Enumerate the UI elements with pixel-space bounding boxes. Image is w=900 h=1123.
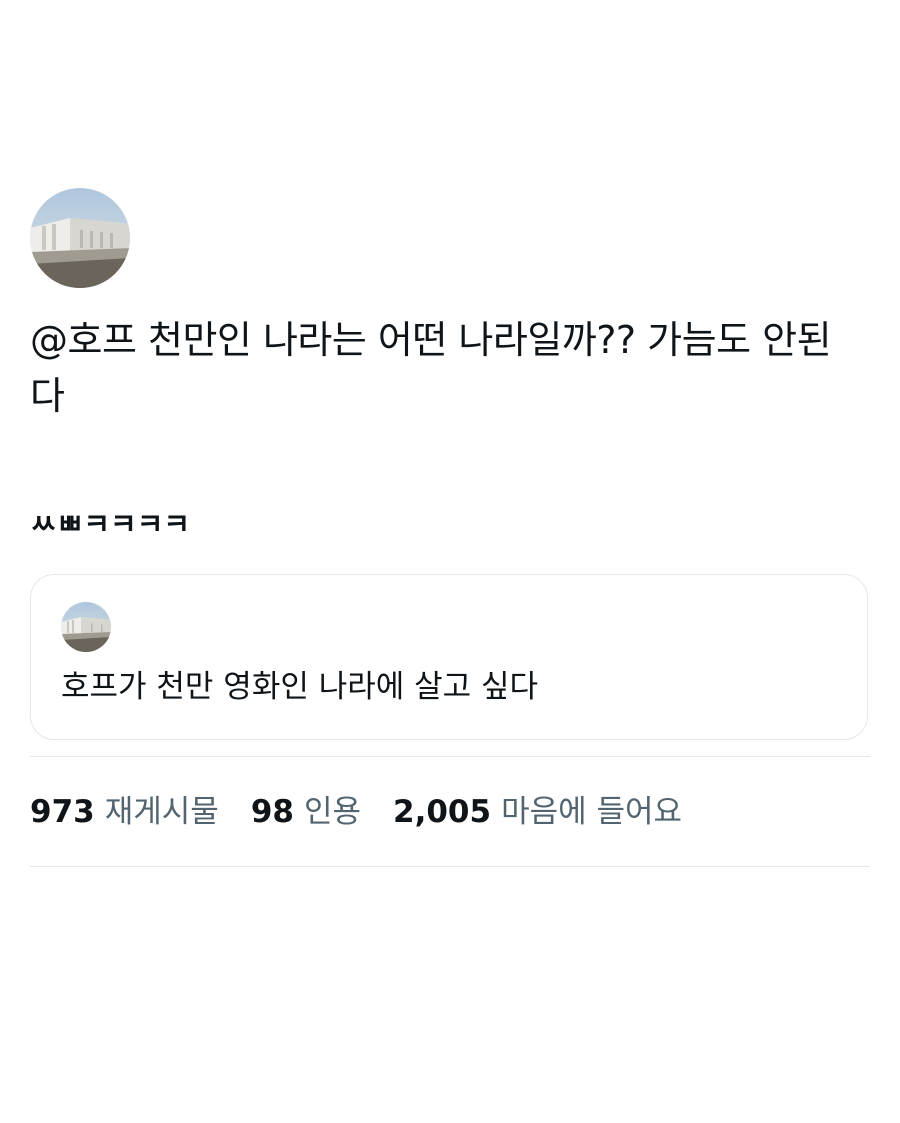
avatar[interactable] (30, 188, 130, 288)
divider (30, 756, 870, 757)
likes-stat[interactable]: 2,005 마음에 들어요 (393, 788, 682, 836)
likes-count: 2,005 (393, 794, 492, 830)
divider (30, 866, 870, 867)
quoted-avatar-image (61, 602, 111, 652)
quoted-tweet-avatar[interactable] (61, 602, 111, 652)
quotes-label: 인용 (303, 794, 361, 830)
quotes-stat[interactable]: 98 인용 (251, 788, 361, 836)
tweet-text: @호프 천만인 나라는 어떤 나라일까?? 가늠도 안된다 (30, 318, 832, 418)
quotes-count: 98 (250, 794, 294, 830)
quoted-tweet-text: 호프가 천만 영화인 나라에 살고 싶다 (61, 669, 539, 705)
engagement-stats: 973 재게시물 98 인용 2,005 마음에 들어요 (30, 788, 714, 836)
comment-text: ㅆㅃㅋㅋㅋㅋ (30, 507, 191, 541)
quoted-tweet-card[interactable]: 호프가 천만 영화인 나라에 살고 싶다 (30, 574, 868, 740)
reposts-label: 재게시물 (104, 794, 219, 830)
reposts-stat[interactable]: 973 재게시물 (30, 788, 219, 836)
likes-label: 마음에 들어요 (501, 794, 683, 830)
avatar-image (30, 188, 130, 288)
reposts-count: 973 (30, 794, 95, 830)
